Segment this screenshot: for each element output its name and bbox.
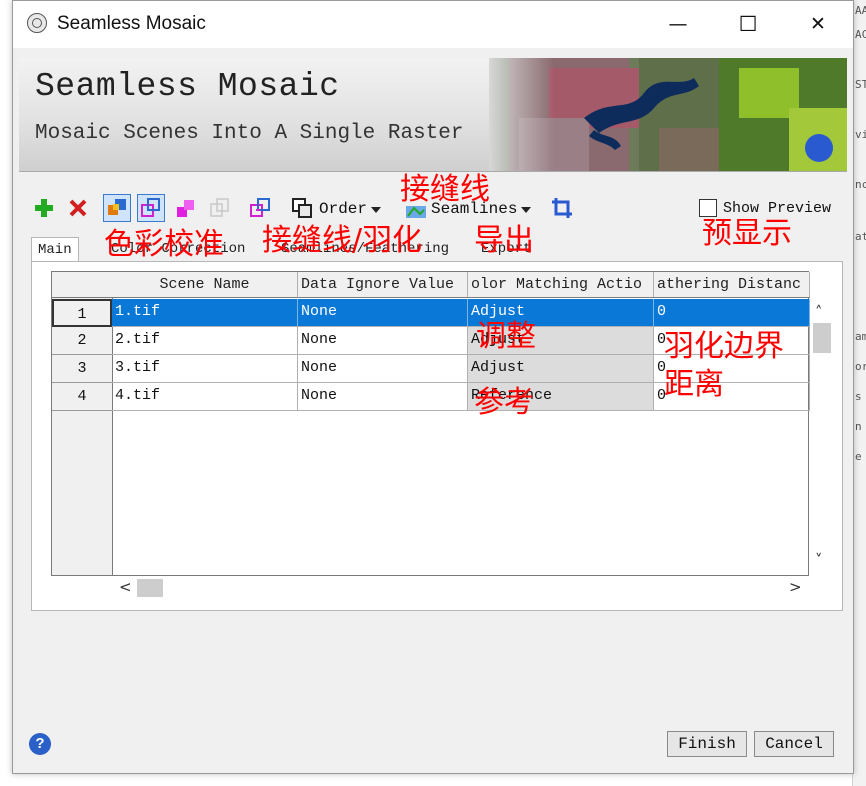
column-header-scene-name[interactable]: Scene Name xyxy=(112,272,298,298)
background-text: at xyxy=(855,230,866,243)
row-number[interactable]: 3 xyxy=(52,355,112,383)
row-number[interactable]: 2 xyxy=(52,327,112,355)
cell-scene-name[interactable]: 4.tif xyxy=(112,383,298,411)
column-header-feathering-distance[interactable]: athering Distanc xyxy=(654,272,810,298)
minimize-button[interactable]: — xyxy=(643,1,713,48)
background-text: s xyxy=(855,390,862,403)
remove-icon[interactable] xyxy=(65,196,91,222)
horizontal-scroll-thumb[interactable] xyxy=(137,579,163,597)
background-text: am xyxy=(855,330,866,343)
row-number[interactable]: 4 xyxy=(52,383,112,411)
background-text: AC xyxy=(855,28,866,41)
banner-subtitle: Mosaic Scenes Into A Single Raster xyxy=(35,122,464,145)
annotation-export: 导出 xyxy=(474,223,534,258)
background-text: n xyxy=(855,420,862,433)
banner-title: Seamless Mosaic xyxy=(35,68,340,105)
window-title: Seamless Mosaic xyxy=(57,13,206,34)
order-icon[interactable] xyxy=(289,196,315,222)
show-preview-checkbox[interactable] xyxy=(699,199,717,217)
seamlines-overlay-icon[interactable] xyxy=(137,194,165,222)
background-text: AA xyxy=(855,4,866,17)
horizontal-scrollbar[interactable]: < > xyxy=(111,577,809,599)
scene-table: 1 2 3 4 Scene Name Data Ignore Value olo… xyxy=(51,271,810,576)
title-bar[interactable]: Seamless Mosaic — ☐ ✕ xyxy=(13,1,853,48)
seamlines-dropdown-arrow[interactable] xyxy=(521,207,531,213)
refresh-icon[interactable] xyxy=(247,196,273,222)
scroll-down-arrow-icon[interactable]: ˅ xyxy=(815,551,823,569)
row-header-column: 1 2 3 4 xyxy=(52,272,113,575)
feather-icon[interactable] xyxy=(173,196,199,222)
order-dropdown-label[interactable]: Order xyxy=(319,200,367,218)
scroll-right-arrow-icon[interactable]: > xyxy=(789,578,802,596)
annotation-reference: 参考 xyxy=(474,385,534,420)
background-text: e xyxy=(855,450,862,463)
annotation-seamlines-feathering: 接缝线/羽化 xyxy=(262,223,423,258)
annotation-adjust: 调整 xyxy=(476,319,536,354)
background-window: AA AC ST vi nc at am or s n e xyxy=(852,0,866,786)
cell-scene-name[interactable]: 1.tif xyxy=(112,299,298,327)
column-header-color-matching-action[interactable]: olor Matching Actio xyxy=(468,272,654,298)
cell-data-ignore-value[interactable]: None xyxy=(298,383,468,411)
row-number[interactable]: 1 xyxy=(52,299,112,327)
cell-feathering-distance[interactable]: 0 xyxy=(654,299,810,327)
annotation-preview: 预显示 xyxy=(702,216,792,251)
cancel-button[interactable]: Cancel xyxy=(754,731,834,757)
show-preview-label: Show Preview xyxy=(723,200,832,217)
header-banner: Seamless Mosaic Mosaic Scenes Into A Sin… xyxy=(19,58,847,172)
annotation-feather-distance: 羽化边界 距离 xyxy=(664,329,784,402)
annotation-color-correction: 色彩校准 xyxy=(104,227,224,262)
background-text: vi xyxy=(855,128,866,141)
cell-color-matching-action[interactable]: Adjust xyxy=(468,355,654,383)
maximize-button[interactable]: ☐ xyxy=(713,1,783,48)
scroll-left-arrow-icon[interactable]: < xyxy=(119,578,132,596)
add-icon[interactable] xyxy=(31,196,57,222)
close-button[interactable]: ✕ xyxy=(783,1,853,48)
satellite-image xyxy=(489,58,847,171)
copy-icon xyxy=(207,196,233,222)
finish-button[interactable]: Finish xyxy=(667,731,747,757)
tab-main[interactable]: Main xyxy=(31,237,79,262)
app-globe-icon xyxy=(27,13,47,33)
order-dropdown-arrow[interactable] xyxy=(371,207,381,213)
cell-scene-name[interactable]: 2.tif xyxy=(112,327,298,355)
column-header-data-ignore-value[interactable]: Data Ignore Value xyxy=(298,272,468,298)
vertical-scrollbar[interactable]: ˄ ˅ xyxy=(811,299,833,579)
background-text: nc xyxy=(855,178,866,191)
cell-data-ignore-value[interactable]: None xyxy=(298,355,468,383)
cell-data-ignore-value[interactable]: None xyxy=(298,327,468,355)
color-match-icon[interactable] xyxy=(103,194,131,222)
background-text: or xyxy=(855,360,866,373)
scroll-up-arrow-icon[interactable]: ˄ xyxy=(815,303,823,321)
cell-data-ignore-value[interactable]: None xyxy=(298,299,468,327)
background-text: ST xyxy=(855,78,866,91)
cell-scene-name[interactable]: 3.tif xyxy=(112,355,298,383)
help-icon[interactable]: ? xyxy=(29,733,51,755)
annotation-seamlines: 接缝线 xyxy=(400,172,490,207)
vertical-scroll-thumb[interactable] xyxy=(813,323,831,353)
crop-icon[interactable] xyxy=(549,196,575,222)
corner-header xyxy=(52,272,112,298)
